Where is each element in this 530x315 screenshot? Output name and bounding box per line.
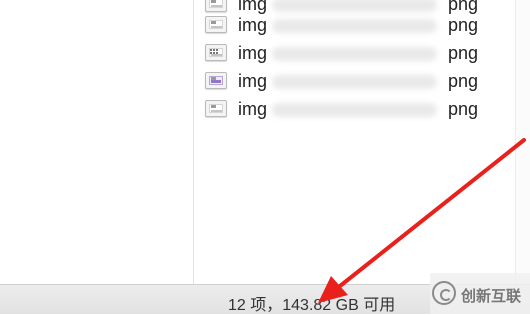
watermark: 创新互联 bbox=[430, 273, 530, 314]
file-name: img bbox=[238, 99, 268, 119]
image-file-icon bbox=[205, 16, 227, 33]
file-row[interactable]: img png bbox=[194, 67, 515, 95]
image-file-icon bbox=[205, 72, 227, 89]
file-name: img bbox=[238, 15, 268, 35]
blurred-filename bbox=[272, 103, 437, 117]
sidebar-pane bbox=[0, 0, 193, 284]
image-file-icon bbox=[205, 44, 227, 61]
file-extension: png bbox=[448, 71, 479, 91]
file-row[interactable]: img png bbox=[194, 11, 515, 39]
file-extension: png bbox=[448, 43, 479, 63]
brand-logo-icon bbox=[432, 281, 456, 305]
image-file-icon bbox=[205, 100, 227, 117]
file-extension: png bbox=[448, 99, 479, 119]
status-item-count-and-free-space: 12 项，143.82 GB 可用 bbox=[228, 297, 396, 314]
file-row[interactable]: img png bbox=[194, 95, 515, 123]
blurred-filename bbox=[272, 47, 437, 61]
file-list-pane: img png img png img png img png img png bbox=[194, 0, 515, 284]
file-name: img bbox=[238, 43, 268, 63]
watermark-text: 创新互联 bbox=[461, 288, 522, 305]
scrollbar-track[interactable] bbox=[515, 0, 530, 284]
file-extension: png bbox=[448, 15, 479, 35]
blurred-filename bbox=[272, 19, 437, 33]
file-name: img bbox=[238, 71, 268, 91]
blurred-filename bbox=[272, 75, 437, 89]
file-row[interactable]: img png bbox=[194, 39, 515, 67]
